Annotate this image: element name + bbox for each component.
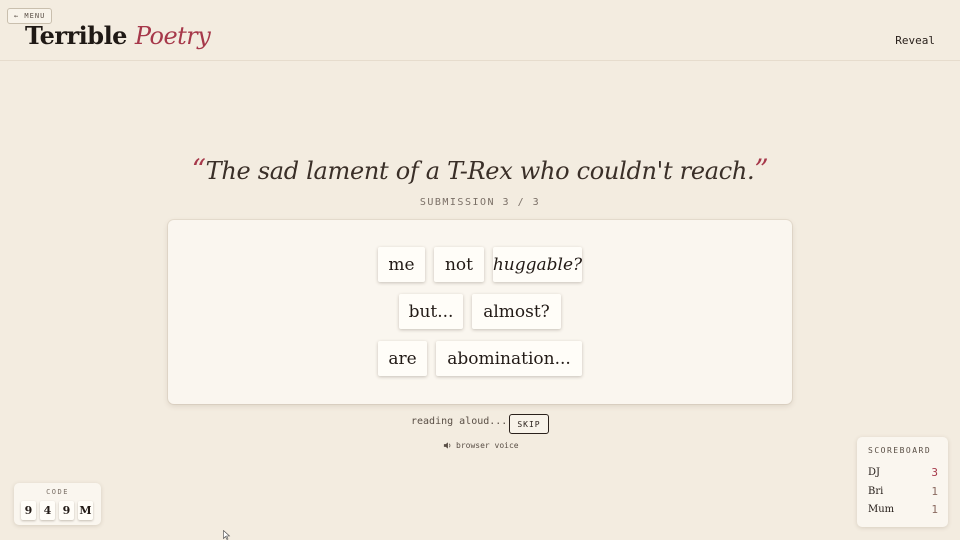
close-quote: ” [754, 153, 769, 186]
speaker-icon [443, 442, 451, 449]
voice-label: browser voice [456, 441, 519, 450]
code-label: CODE [46, 488, 69, 496]
player-score: 3 [931, 465, 938, 479]
code-char: 9 [21, 501, 36, 520]
code-char: 4 [40, 501, 55, 520]
scoreboard-row: DJ 3 [868, 465, 938, 479]
word-tile: are [378, 341, 427, 376]
scoreboard-row: Bri 1 [868, 484, 938, 498]
browser-voice-indicator: browser voice [443, 441, 519, 450]
app-logo: Terrible Poetry [25, 19, 211, 53]
word-tile: not [434, 247, 484, 282]
word-tile: abomination... [436, 341, 582, 376]
open-quote: “ [191, 153, 206, 186]
player-score: 1 [931, 502, 938, 516]
code-char: M [78, 501, 93, 520]
player-name: DJ [868, 466, 881, 478]
logo-word: Terrible [25, 21, 127, 50]
scoreboard-panel: SCOREBOARD DJ 3 Bri 1 Mum 1 [857, 437, 948, 527]
word-tile: but... [399, 294, 463, 329]
skip-button[interactable]: SKIP [509, 414, 549, 434]
submission-counter: SUBMISSION 3 / 3 [419, 197, 541, 208]
word-tile: me [378, 247, 425, 282]
player-name: Bri [868, 485, 884, 497]
poem-board: me not huggable? but... almost? are abom… [168, 220, 792, 404]
player-name: Mum [868, 503, 895, 515]
reading-status: reading aloud... [411, 416, 508, 427]
code-char: 9 [59, 501, 74, 520]
reveal-button[interactable]: Reveal [895, 34, 935, 47]
poem-prompt: “The sad lament of a T-Rex who couldn't … [0, 150, 960, 191]
header-divider [0, 60, 960, 61]
mouse-cursor-icon [223, 530, 231, 540]
room-code-panel: CODE 9 4 9 M [14, 483, 101, 525]
prompt-text: The sad lament of a T-Rex who couldn't r… [205, 157, 755, 185]
word-tile: huggable? [493, 247, 582, 282]
word-tile: almost? [472, 294, 561, 329]
scoreboard-row: Mum 1 [868, 502, 938, 516]
logo-accent: Poetry [134, 22, 211, 50]
scoreboard-title: SCOREBOARD [868, 446, 932, 455]
player-score: 1 [931, 484, 938, 498]
